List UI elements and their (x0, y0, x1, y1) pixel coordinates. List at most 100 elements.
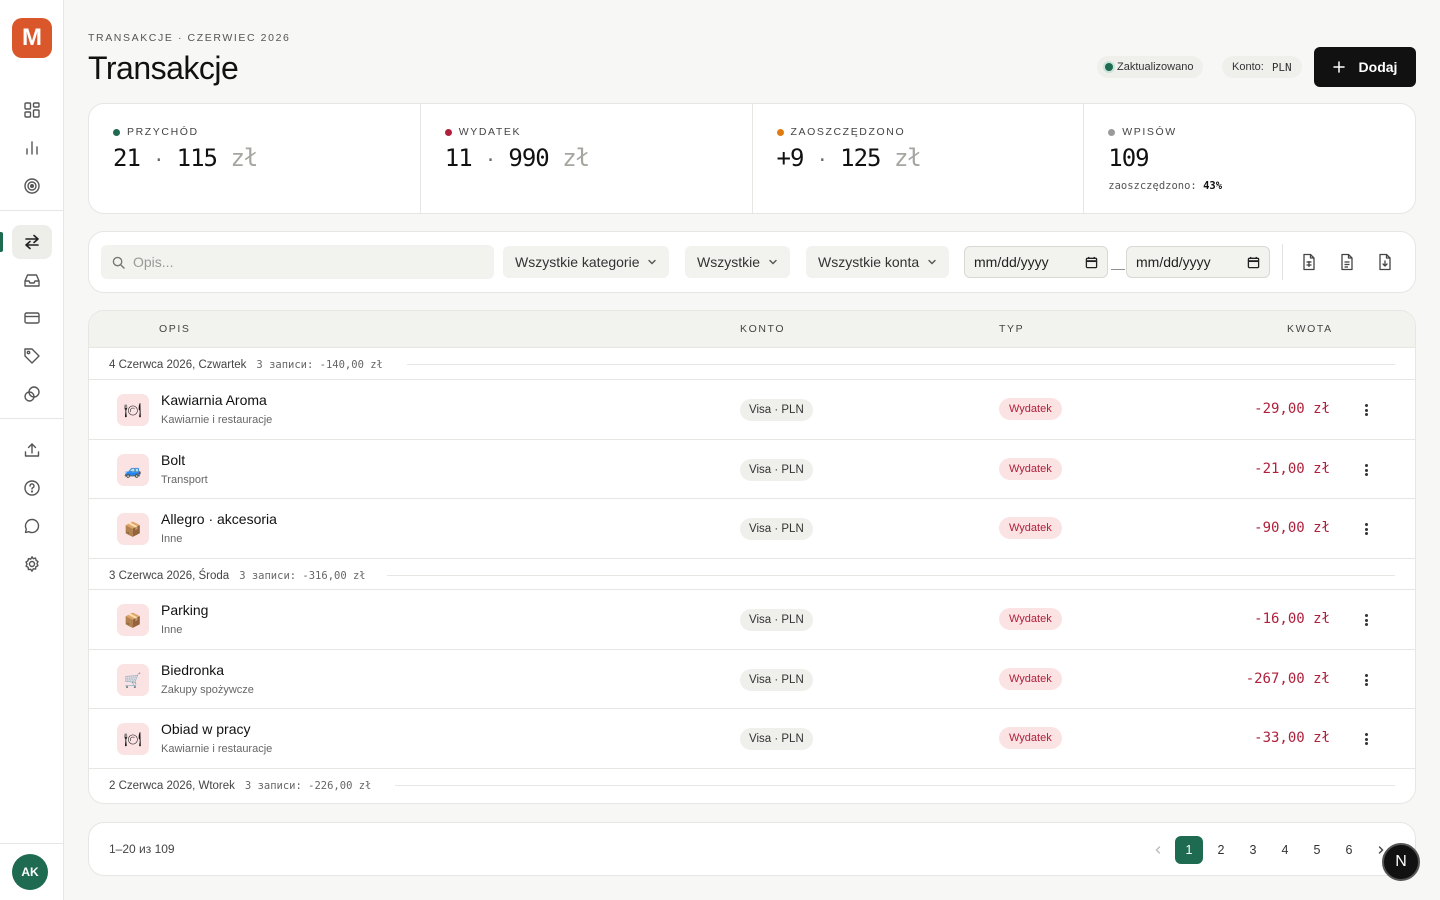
row-amount: -267,00 zł (1245, 671, 1330, 687)
stat-unit: zł (230, 144, 258, 172)
stat-label: PRZYCHÓD (127, 126, 199, 138)
active-indicator (0, 232, 3, 252)
type-badge: Wydatek (999, 517, 1062, 539)
currency-badge[interactable]: Konto: PLN (1222, 56, 1302, 78)
page-button-1[interactable]: 1 (1175, 836, 1203, 864)
row-amount: -33,00 zł (1254, 730, 1330, 746)
column-header-amount[interactable]: KWOTA (1287, 323, 1333, 335)
download-button[interactable] (1374, 250, 1396, 274)
nav-cards[interactable] (12, 301, 52, 335)
nav-tags[interactable] (12, 339, 52, 373)
cutlery-icon: 🍽 (117, 394, 149, 426)
column-header-type[interactable]: TYP (999, 323, 1024, 335)
group-divider (395, 785, 1395, 786)
row-title: Allegro · akcesoria (161, 511, 277, 527)
savings-rate-value: 43% (1203, 180, 1223, 192)
date-from-input[interactable]: mm/dd/yyyy (964, 246, 1108, 278)
page-button-3[interactable]: 3 (1239, 836, 1267, 864)
add-button-label: Dodaj (1358, 59, 1398, 75)
category-select-value: Wszystkie kategorie (515, 254, 640, 270)
stat-label: WYDATEK (458, 126, 522, 138)
type-badge: Wydatek (999, 608, 1062, 630)
stat-dot (113, 128, 120, 136)
column-header-account[interactable]: KONTO (740, 323, 785, 335)
user-avatar[interactable]: AK (12, 854, 48, 890)
nav-dashboard[interactable] (12, 93, 52, 127)
table-row[interactable]: 🍽 Kawiarnia Aroma Kawiarnie i restauracj… (89, 379, 1415, 439)
file-download-icon (1379, 253, 1391, 271)
table-row[interactable]: 📦 Allegro · akcesoria Inne Visa · PLN Wy… (89, 498, 1415, 558)
package-icon: 📦 (117, 513, 149, 545)
add-transaction-button[interactable]: Dodaj (1314, 47, 1416, 87)
plus-icon (1332, 61, 1345, 73)
row-menu-icon[interactable] (1361, 520, 1371, 538)
sidebar-divider (0, 843, 64, 844)
export-csv-button[interactable] (1298, 250, 1320, 274)
stat-dot (444, 128, 452, 136)
app-logo[interactable]: M (12, 18, 52, 58)
nav-inbox[interactable] (12, 263, 52, 297)
table-row[interactable]: 📦 Parking Inne Visa · PLN Wydatek -16,00… (89, 589, 1415, 649)
stat-value-main: 21 (113, 144, 141, 172)
savings-rate: zaoszczędzono: 43% (1108, 180, 1415, 192)
table-row[interactable]: 🛒 Biedronka Zakupy spożywcze Visa · PLN … (89, 649, 1415, 709)
row-menu-icon[interactable] (1361, 461, 1371, 479)
group-date: 4 Czerwca 2026, Czwartek (109, 359, 247, 371)
export-pdf-button[interactable] (1336, 250, 1358, 274)
cutlery-icon: 🍽 (117, 723, 149, 755)
account-badge: Visa · PLN (740, 518, 813, 540)
page-button-2[interactable]: 2 (1207, 836, 1235, 864)
column-header-description[interactable]: OPIS (159, 323, 191, 335)
page-button-5[interactable]: 5 (1303, 836, 1331, 864)
type-select[interactable]: Wszystkie (685, 246, 790, 278)
stat-value: +9 · 125 zł (776, 144, 922, 172)
prev-page-button[interactable] (1144, 836, 1172, 864)
account-select[interactable]: Wszystkie konta (806, 246, 950, 278)
nav-reports[interactable] (12, 131, 52, 165)
nav-feedback[interactable] (12, 509, 52, 543)
row-menu-icon[interactable] (1361, 671, 1371, 689)
category-select[interactable]: Wszystkie kategorie (503, 246, 670, 278)
sync-status-badge: Zaktualizowano (1097, 56, 1204, 78)
floating-action-button[interactable]: N (1382, 843, 1420, 881)
table-row[interactable]: 🍽 Obiad w pracy Kawiarnie i restauracje … (89, 708, 1415, 768)
row-menu-icon[interactable] (1361, 401, 1371, 419)
stat-dot (776, 128, 784, 136)
target-icon (24, 178, 40, 194)
stat-entries: WPISÓW 109 zaoszczędzono: 43% (1084, 104, 1415, 213)
stat-label: WPISÓW (1122, 126, 1177, 138)
search-input[interactable]: Opis... (101, 245, 494, 279)
nav-savings[interactable] (12, 377, 52, 411)
stat-value-main: +9 (776, 144, 805, 172)
nav-transactions[interactable] (12, 225, 52, 259)
page-button-4[interactable]: 4 (1271, 836, 1299, 864)
page-button-6[interactable]: 6 (1335, 836, 1363, 864)
nav-import[interactable] (12, 433, 52, 467)
stat-value: 11 · 990 zł (444, 144, 590, 172)
filter-bar: Opis... Wszystkie kategorie Wszystkie Ws… (88, 231, 1416, 293)
nav-help[interactable] (12, 471, 52, 505)
row-category: Zakupy spożywcze (161, 684, 254, 696)
account-badge: Visa · PLN (740, 669, 813, 691)
table-row[interactable]: 🚙 Bolt Transport Visa · PLN Wydatek -21,… (89, 439, 1415, 499)
account-badge: Visa · PLN (740, 399, 813, 421)
row-menu-icon[interactable] (1361, 611, 1371, 629)
account-badge: Visa · PLN (740, 609, 813, 631)
package-icon: 📦 (117, 604, 149, 636)
nav-settings[interactable] (12, 547, 52, 581)
chevron-left-icon (1155, 846, 1161, 854)
date-to-input[interactable]: mm/dd/yyyy (1126, 246, 1270, 278)
spreadsheet-file-icon (1303, 253, 1315, 271)
group-date: 3 Czerwca 2026, Środa (109, 570, 230, 582)
row-title: Parking (161, 602, 209, 618)
account-badge: Visa · PLN (740, 459, 813, 481)
coins-icon (24, 386, 40, 402)
row-category: Kawiarnie i restauracje (161, 414, 273, 426)
row-amount: -29,00 zł (1254, 401, 1330, 417)
sidebar-divider (0, 210, 64, 211)
car-icon: 🚙 (117, 454, 149, 486)
nav-goals[interactable] (12, 169, 52, 203)
table-header: OPIS KONTO TYP KWOTA (89, 311, 1415, 348)
stat-saved: ZAOSZCZĘDZONO +9 · 125 zł (753, 104, 1085, 213)
row-menu-icon[interactable] (1361, 730, 1371, 748)
